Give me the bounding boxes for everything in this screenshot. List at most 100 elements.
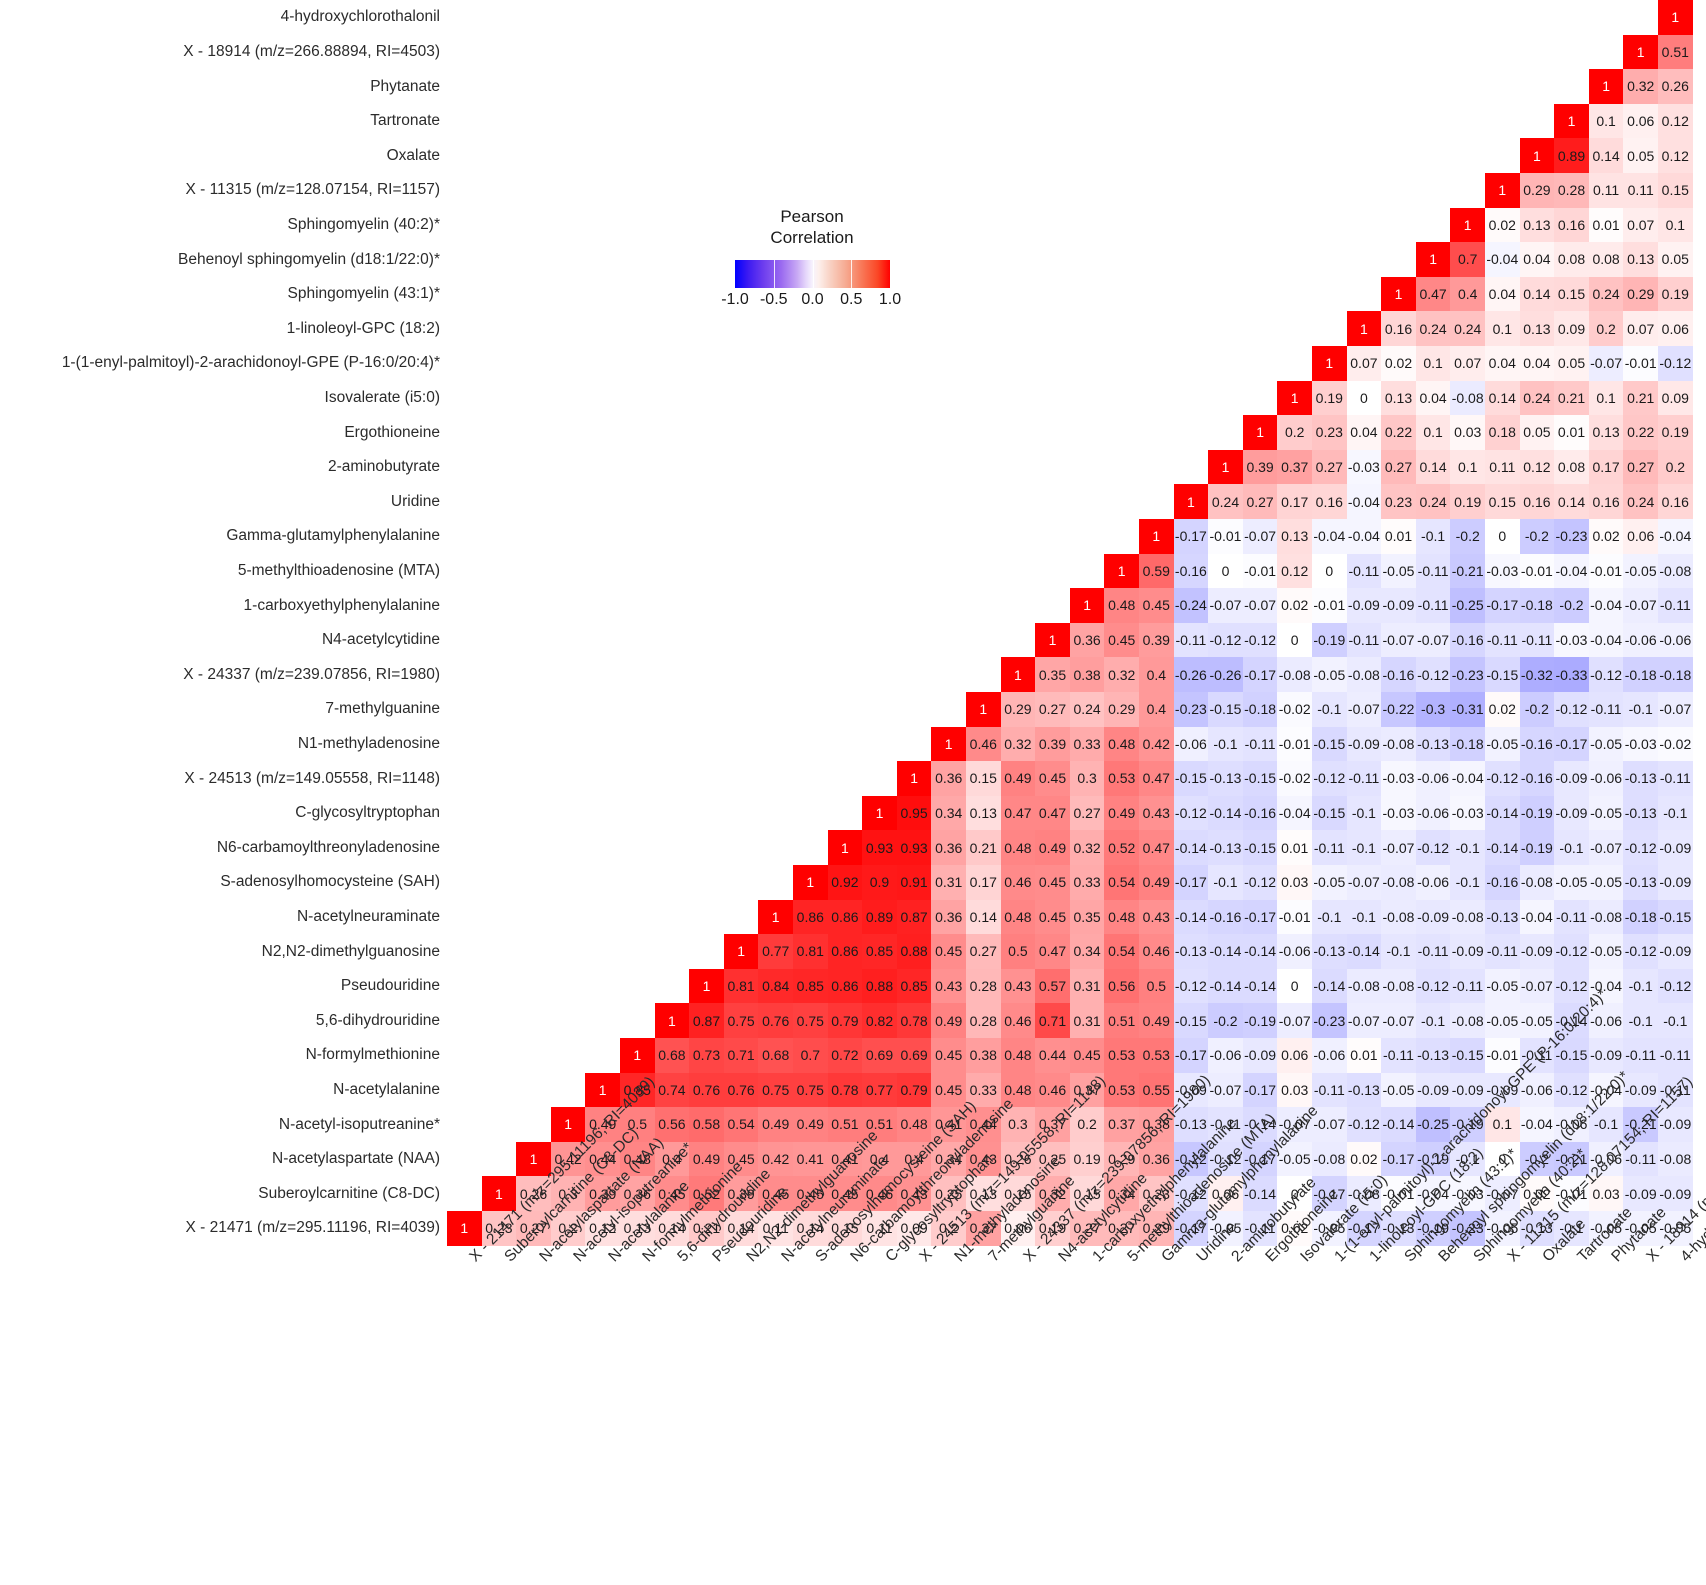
heatmap-cell: 0.02	[1381, 346, 1416, 381]
heatmap-cell: 0.13	[966, 795, 1001, 831]
heatmap-cell: -0.18	[1623, 657, 1658, 692]
heatmap-cell: 0.13	[1277, 519, 1312, 554]
heatmap-cell: -0.03	[1381, 795, 1416, 831]
heatmap-cell: 0.27	[1069, 795, 1105, 831]
heatmap-cell: 0.07	[1346, 346, 1382, 381]
heatmap-cell: 0.14	[1554, 484, 1589, 519]
heatmap-cell: 0.78	[896, 1003, 932, 1038]
heatmap-cell: 0.4	[1450, 276, 1485, 312]
heatmap-cell: 0.85	[896, 968, 932, 1004]
heatmap-cell: 0.49	[793, 1107, 828, 1142]
heatmap-cell: -0.3	[1415, 692, 1451, 727]
heatmap-cell: -0.09	[1588, 1038, 1624, 1073]
heatmap-cell: -0.11	[1658, 588, 1693, 623]
heatmap-cell: 0.13	[1623, 242, 1658, 277]
heatmap-cell: -0.16	[1519, 761, 1555, 796]
heatmap-cell: 0.79	[896, 1072, 932, 1108]
heatmap-cell: 0.75	[723, 1003, 759, 1038]
heatmap-cell: 0.14	[966, 899, 1001, 935]
heatmap-cell: -0.18	[1450, 726, 1485, 762]
heatmap-cell: -0.15	[1173, 1003, 1209, 1038]
heatmap-cell: -0.08	[1658, 553, 1693, 589]
colorbar-tick-label: 0.0	[801, 291, 824, 308]
heatmap-cell: 0.06	[1658, 311, 1693, 346]
heatmap-cell: -0.01	[1277, 899, 1312, 935]
heatmap-cell: -0.1	[1450, 865, 1485, 900]
heatmap-cell: 0.1	[1588, 103, 1624, 139]
heatmap-cell: -0.08	[1450, 899, 1485, 935]
heatmap-cell: -0.15	[1485, 657, 1520, 692]
heatmap-cell: -0.14	[1312, 968, 1347, 1004]
heatmap-cell: 0.43	[1139, 795, 1174, 831]
heatmap-cell: 0.45	[1035, 865, 1070, 900]
heatmap-cell-diagonal: 1	[758, 899, 793, 935]
heatmap-cell: -0.09	[1519, 934, 1555, 969]
heatmap-cell: 0.29	[1104, 692, 1139, 727]
heatmap-cell: 0.07	[1450, 346, 1485, 381]
heatmap-cell: 0.19	[1312, 380, 1347, 416]
heatmap-cell: -0.14	[1173, 899, 1209, 935]
heatmap-cell: -0.09	[1623, 1176, 1658, 1211]
heatmap-cell: -0.14	[1208, 968, 1243, 1004]
heatmap-cell: 0.3	[1069, 761, 1105, 796]
heatmap-cell: -0.12	[1415, 968, 1451, 1004]
heatmap-cell: -0.1	[1208, 865, 1243, 900]
heatmap-cell: 0.24	[1623, 484, 1658, 519]
heatmap-cell: 0.12	[1277, 553, 1312, 589]
heatmap-cell: -0.11	[1623, 1038, 1658, 1073]
heatmap-cell: 0.81	[793, 934, 828, 969]
heatmap-cell: -0.06	[1277, 934, 1312, 969]
colorbar-tick-label: 1.0	[878, 291, 902, 308]
row-label: Sphingomyelin (40:2)*	[287, 215, 440, 233]
heatmap-cell: -0.05	[1623, 553, 1658, 589]
heatmap-cell: -0.12	[1658, 346, 1693, 381]
heatmap-cell-diagonal: 1	[896, 761, 932, 796]
heatmap-cell: 0.48	[1104, 726, 1139, 762]
heatmap-cell: 0.05	[1519, 415, 1555, 450]
colorbar-tick-label: -0.5	[759, 291, 788, 308]
heatmap-cell: 0.36	[931, 761, 966, 796]
heatmap-cell: 0.86	[827, 899, 863, 935]
heatmap-cell: 0.08	[1554, 242, 1589, 277]
heatmap-cell: 0.43	[1000, 968, 1036, 1004]
heatmap-cell: 0.69	[862, 1038, 897, 1073]
row-label: N6-carbamoylthreonyladenosine	[216, 838, 440, 856]
heatmap-cell: -0.12	[1485, 761, 1520, 796]
heatmap-cell: 0.02	[1485, 207, 1520, 243]
heatmap-cell: 0.78	[827, 1072, 863, 1108]
heatmap-cell: 0.27	[1381, 449, 1416, 485]
heatmap-cell: 0.03	[1277, 1072, 1312, 1108]
colorbar-title: Pearson Correlation	[722, 206, 902, 249]
heatmap-cell: -0.07	[1277, 1003, 1312, 1038]
heatmap-cell: -0.23	[1450, 657, 1485, 692]
heatmap-cell: 0.08	[1554, 449, 1589, 485]
heatmap-cell-diagonal: 1	[793, 865, 828, 900]
heatmap-cell: -0.15	[1312, 795, 1347, 831]
row-label: X - 24513 (m/z=149.05558, RI=1148)	[184, 769, 440, 787]
heatmap-cell: 0.06	[1277, 1038, 1312, 1073]
heatmap-cell: 0.48	[1000, 899, 1036, 935]
heatmap-cell: -0.11	[1346, 761, 1382, 796]
heatmap-cell: -0.09	[1658, 830, 1693, 865]
heatmap-cell: -0.1	[1312, 899, 1347, 935]
heatmap-cell: 0.22	[1381, 415, 1416, 450]
heatmap-cell: 0.53	[1104, 1038, 1139, 1073]
heatmap-cell: 0.16	[1658, 484, 1693, 519]
heatmap-cell: -0.16	[1242, 795, 1278, 831]
heatmap-cell-diagonal: 1	[585, 1072, 620, 1108]
heatmap-cell: 0.51	[827, 1107, 863, 1142]
heatmap-cell: 0.08	[1588, 242, 1624, 277]
heatmap-cell: -0.17	[1381, 1141, 1416, 1177]
heatmap-cell: -0.23	[1554, 519, 1589, 554]
heatmap-cell: 0.02	[1588, 519, 1624, 554]
heatmap-cell: -0.08	[1277, 657, 1312, 692]
heatmap-cell: 0.5	[1139, 968, 1174, 1004]
heatmap-cell-diagonal: 1	[1346, 311, 1382, 346]
heatmap-cell: 0.49	[689, 1141, 724, 1177]
heatmap-cell-diagonal: 1	[1277, 380, 1312, 416]
row-label: Gamma-glutamylphenylalanine	[226, 527, 440, 545]
row-label: S-adenosylhomocysteine (SAH)	[220, 873, 440, 891]
heatmap-cell: 0.46	[966, 726, 1001, 762]
heatmap-cell: 0.13	[1381, 380, 1416, 416]
heatmap-cell: -0.05	[1588, 726, 1624, 762]
